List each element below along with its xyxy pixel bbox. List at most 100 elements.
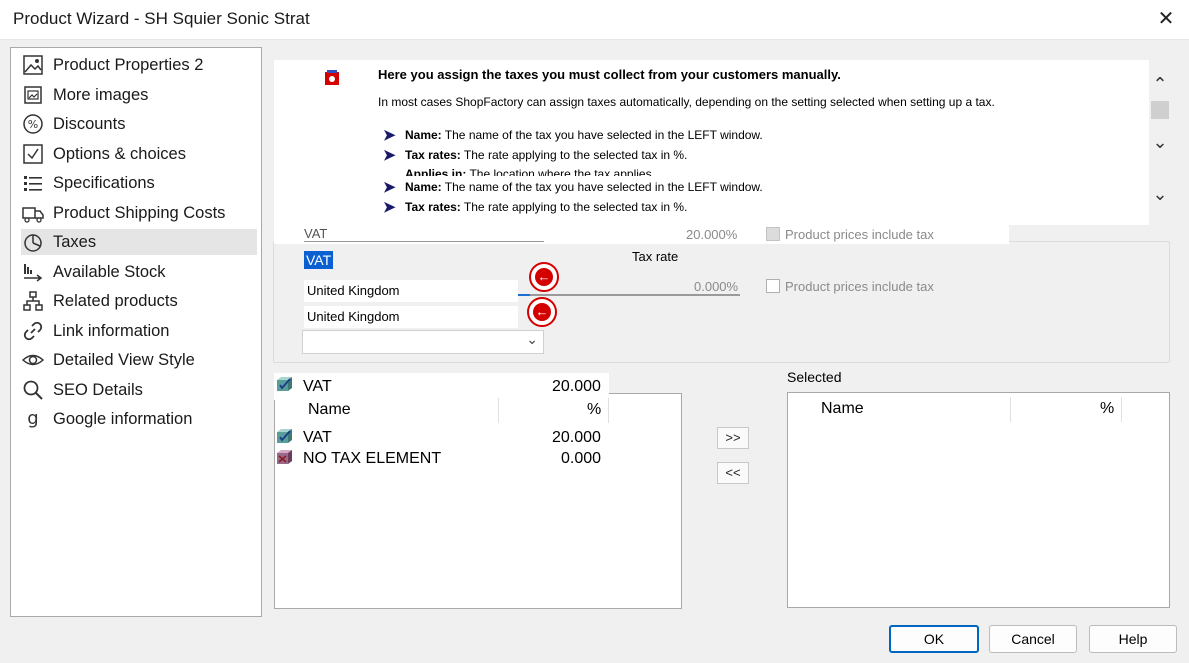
list-item[interactable]: NO TAX ELEMENT 0.000 (276, 449, 611, 471)
tax-name-field[interactable]: VAT (304, 251, 334, 269)
sidebar-item-shipping[interactable]: Product Shipping Costs (21, 200, 257, 226)
ghost-rate: 20.000% (686, 227, 738, 242)
google-icon: g (21, 407, 45, 431)
sidebar-item-label: Related products (53, 291, 178, 310)
help-bullet: ➤ Tax rates: The rate applying to the sel… (383, 199, 688, 216)
chevron-down-icon: ⌄ (526, 331, 538, 347)
sidebar-item-taxes[interactable]: Taxes (21, 229, 257, 255)
no-tax-item-icon (277, 450, 292, 464)
svg-text:g: g (27, 408, 38, 429)
sidebar-item-label: SEO Details (53, 380, 143, 399)
help-bullet: ➤ Name: The name of the tax you have sele… (383, 127, 763, 144)
sidebar-item-discounts[interactable]: % Discounts (21, 111, 257, 137)
prices-include-tax-label: Product prices include tax (785, 279, 934, 294)
tax-item-icon (277, 377, 292, 391)
location-field-1[interactable]: United Kingdom (304, 280, 518, 302)
selected-column-header-name[interactable]: Name (810, 397, 1011, 422)
ghost-prices-include-tax-checkbox (766, 227, 780, 241)
column-header-pct[interactable]: % (499, 398, 609, 423)
sidebar-item-label: Product Shipping Costs (53, 203, 226, 222)
ok-button[interactable]: OK (889, 625, 979, 653)
help-bullet: ➤ Tax rates: The rate applying to the sel… (383, 147, 688, 164)
sidebar-item-link[interactable]: Link information (21, 318, 257, 344)
close-button[interactable]: ✕ (1155, 7, 1177, 31)
scroll-down-icon[interactable]: ⌄ (1150, 132, 1170, 153)
sidebar-item-related[interactable]: Related products (21, 288, 257, 314)
add-tax-button[interactable]: >> (717, 427, 749, 449)
list-item-value: 0.000 (561, 450, 602, 467)
left-arrow-icon: ← (533, 303, 551, 321)
cancel-button[interactable]: Cancel (989, 625, 1077, 653)
bullet-arrow-icon: ➤ (383, 127, 396, 144)
sidebar-item-more-images[interactable]: More images (21, 82, 257, 108)
pie-chart-icon (21, 230, 45, 254)
prices-include-tax-checkbox[interactable] (766, 279, 780, 293)
sidebar-item-label: Available Stock (53, 262, 166, 281)
ghost-row-value: 20.000 (552, 378, 601, 395)
sidebar-item-seo[interactable]: SEO Details (21, 377, 257, 403)
window-title: Product Wizard - SH Squier Sonic Strat (13, 9, 310, 28)
tax-rate-value[interactable]: 0.000% (694, 279, 738, 294)
link-icon (21, 319, 45, 343)
help-bullet: ➤ Name: The name of the tax you have sele… (383, 179, 763, 196)
stock-icon (21, 260, 45, 284)
scroll-down-icon[interactable]: ⌄ (1150, 184, 1170, 205)
help-book-icon (325, 70, 339, 85)
bullet-arrow-icon: ➤ (383, 179, 396, 196)
sidebar-item-product-properties[interactable]: Product Properties 2 (21, 52, 257, 78)
list-item-value: 20.000 (552, 429, 601, 446)
location-field-2[interactable]: United Kingdom (304, 306, 518, 328)
truck-icon (21, 201, 45, 225)
location-dropdown[interactable]: ⌄ (302, 330, 544, 354)
help-intro: In most cases ShopFactory can assign tax… (378, 95, 995, 109)
column-header-name[interactable]: Name (300, 398, 499, 423)
search-icon (21, 378, 45, 402)
sidebar-item-stock[interactable]: Available Stock (21, 259, 257, 285)
help-heading: Here you assign the taxes you must colle… (378, 67, 841, 82)
remove-tax-button[interactable]: << (717, 462, 749, 484)
sidebar-item-label: Taxes (53, 232, 97, 251)
sidebar-item-label: Discounts (53, 114, 126, 133)
tax-rate-label: Tax rate (632, 249, 679, 264)
sidebar-item-options[interactable]: Options & choices (21, 141, 257, 167)
ghost-row-name: VAT (303, 378, 332, 395)
list-item[interactable]: VAT 20.000 (276, 428, 611, 450)
checkbox-icon (21, 142, 45, 166)
selected-label: Selected (787, 369, 842, 385)
bullet-arrow-icon: ➤ (383, 147, 396, 164)
ghost-list-row: VAT 20.000 (274, 373, 609, 400)
help-bullet: ➤Applies in: The location where the tax … (405, 167, 655, 176)
selected-column-header-pct[interactable]: % (1011, 397, 1122, 422)
image-icon (21, 53, 45, 77)
sidebar-item-label: Product Properties 2 (53, 55, 204, 74)
help-panel: Here you assign the taxes you must colle… (274, 60, 1149, 225)
help-button[interactable]: Help (1089, 625, 1177, 653)
svg-text:%: % (28, 118, 38, 131)
title-bar: Product Wizard - SH Squier Sonic Strat ✕ (0, 0, 1189, 40)
location-arrow-button-1[interactable]: ← (529, 262, 559, 292)
scroll-up-icon[interactable]: ⌃ (1150, 74, 1170, 95)
bullet-arrow-icon: ➤ (383, 199, 396, 216)
ghost-name: VAT (304, 226, 544, 242)
left-arrow-icon: ← (535, 268, 553, 286)
sidebar-item-label: Google information (53, 409, 193, 428)
rate-field-focus-mark (518, 294, 530, 296)
list-item-name: VAT (303, 429, 332, 446)
rate-field-underline (518, 294, 740, 296)
list-icon (21, 171, 45, 195)
hierarchy-icon (21, 289, 45, 313)
sidebar-item-specifications[interactable]: Specifications (21, 170, 257, 196)
images-icon (21, 83, 45, 107)
sidebar-item-google[interactable]: g Google information (21, 406, 257, 432)
location-arrow-button-2[interactable]: ← (527, 297, 557, 327)
ghost-checkbox-label: Product prices include tax (785, 227, 934, 242)
sidebar-item-detailed-view[interactable]: Detailed View Style (21, 347, 257, 373)
help-scrollbar-thumb[interactable] (1151, 101, 1169, 119)
selected-taxes-list[interactable] (787, 392, 1170, 608)
sidebar-item-label: Link information (53, 321, 170, 340)
sidebar-item-label: Detailed View Style (53, 350, 195, 369)
tax-item-icon (277, 429, 292, 443)
available-taxes-list[interactable] (274, 393, 682, 609)
sidebar-item-label: Specifications (53, 173, 155, 192)
sidebar: Product Properties 2 More images % Disco… (10, 47, 262, 617)
